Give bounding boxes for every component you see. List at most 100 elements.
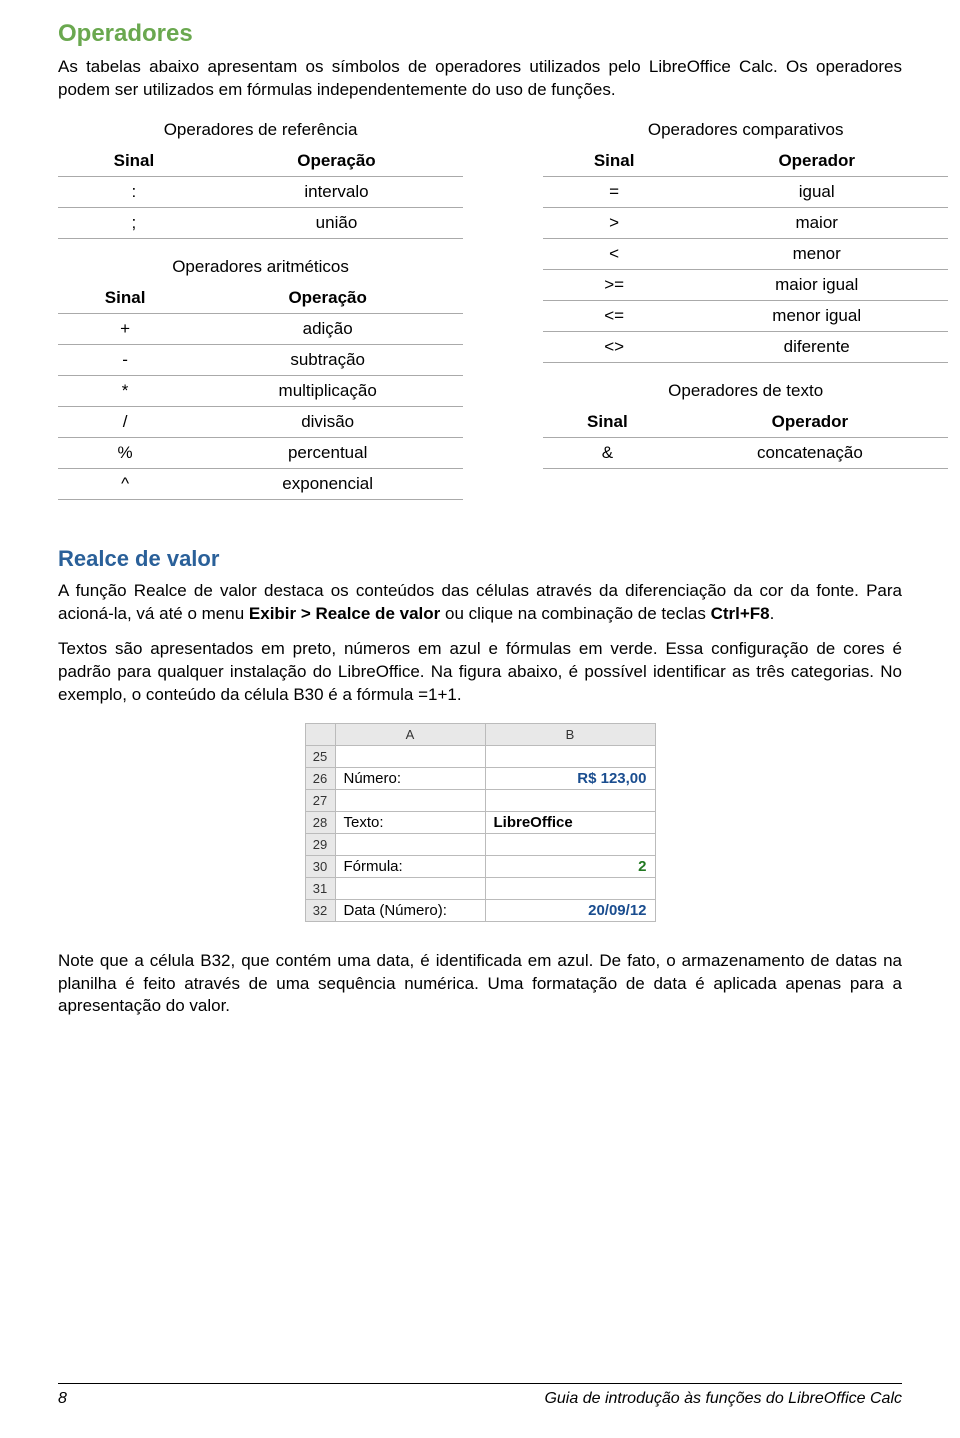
shortcut: Ctrl+F8 bbox=[711, 604, 770, 623]
cell-sinal: < bbox=[543, 238, 685, 269]
left-column: Operadores de referência Sinal Operação … bbox=[58, 120, 463, 518]
table-arit: Sinal Operação +adição -subtração *multi… bbox=[58, 283, 463, 500]
right-column: Operadores comparativos Sinal Operador =… bbox=[543, 120, 948, 518]
cell-b bbox=[485, 789, 655, 811]
cell-op: diferente bbox=[685, 331, 948, 362]
cell-sinal: >= bbox=[543, 269, 685, 300]
table-row: <=menor igual bbox=[543, 300, 948, 331]
caption-comp: Operadores comparativos bbox=[543, 120, 948, 140]
cell-a bbox=[335, 789, 485, 811]
table-row: +adição bbox=[58, 313, 463, 344]
cell-sinal: <= bbox=[543, 300, 685, 331]
cell-sinal: % bbox=[58, 437, 192, 468]
cell-sinal: = bbox=[543, 176, 685, 207]
row-header: 30 bbox=[305, 855, 335, 877]
col-header-a: A bbox=[335, 723, 485, 745]
table-row: *multiplicação bbox=[58, 375, 463, 406]
row-header: 25 bbox=[305, 745, 335, 767]
page-footer: 8 Guia de introdução às funções do Libre… bbox=[58, 1383, 902, 1408]
caption-arit: Operadores aritméticos bbox=[58, 257, 463, 277]
cell-op: maior bbox=[685, 207, 948, 238]
cell-a: Número: bbox=[335, 767, 485, 789]
sheet-row: 31 bbox=[305, 877, 655, 899]
cell-sinal: * bbox=[58, 375, 192, 406]
table-row: =igual bbox=[543, 176, 948, 207]
table-row: >=maior igual bbox=[543, 269, 948, 300]
cell-b-formula: 2 bbox=[485, 855, 655, 877]
cell-a bbox=[335, 877, 485, 899]
col-header-b: B bbox=[485, 723, 655, 745]
cell-op: adição bbox=[192, 313, 463, 344]
th-sinal: Sinal bbox=[543, 407, 672, 438]
operator-tables-columns: Operadores de referência Sinal Operação … bbox=[58, 120, 902, 518]
cell-op: concatenação bbox=[672, 437, 949, 468]
cell-a bbox=[335, 833, 485, 855]
text: . bbox=[770, 604, 775, 623]
cell-sinal: & bbox=[543, 437, 672, 468]
th-operacao: Operação bbox=[210, 146, 463, 177]
cell-a bbox=[335, 745, 485, 767]
cell-a: Texto: bbox=[335, 811, 485, 833]
cell-op: exponencial bbox=[192, 468, 463, 499]
table-comp: Sinal Operador =igual >maior <menor >=ma… bbox=[543, 146, 948, 363]
table-ref: Sinal Operação :intervalo ;união bbox=[58, 146, 463, 239]
sheet-row: 26Número:R$ 123,00 bbox=[305, 767, 655, 789]
spreadsheet: A B 25 26Número:R$ 123,00 27 28Texto:Lib… bbox=[305, 723, 656, 922]
table-row: >maior bbox=[543, 207, 948, 238]
cell-sinal: ^ bbox=[58, 468, 192, 499]
paragraph-realce-2: Textos são apresentados em preto, número… bbox=[58, 638, 902, 707]
spreadsheet-figure: A B 25 26Número:R$ 123,00 27 28Texto:Lib… bbox=[58, 723, 902, 922]
sheet-row: 28Texto:LibreOffice bbox=[305, 811, 655, 833]
heading-realce: Realce de valor bbox=[58, 546, 902, 572]
cell-sinal: <> bbox=[543, 331, 685, 362]
cell-sinal: + bbox=[58, 313, 192, 344]
table-row: <menor bbox=[543, 238, 948, 269]
cell-b bbox=[485, 833, 655, 855]
row-header: 26 bbox=[305, 767, 335, 789]
caption-ref: Operadores de referência bbox=[58, 120, 463, 140]
cell-b bbox=[485, 745, 655, 767]
table-text: Sinal Operador &concatenação bbox=[543, 407, 948, 469]
cell-sinal: ; bbox=[58, 207, 210, 238]
cell-b-number: R$ 123,00 bbox=[485, 767, 655, 789]
cell-op: união bbox=[210, 207, 463, 238]
th-sinal: Sinal bbox=[543, 146, 685, 177]
cell-op: subtração bbox=[192, 344, 463, 375]
table-row: &concatenação bbox=[543, 437, 948, 468]
sheet-corner bbox=[305, 723, 335, 745]
row-header: 28 bbox=[305, 811, 335, 833]
cell-op: intervalo bbox=[210, 176, 463, 207]
table-row: -subtração bbox=[58, 344, 463, 375]
intro-paragraph: As tabelas abaixo apresentam os símbolos… bbox=[58, 56, 902, 102]
table-row: ^exponencial bbox=[58, 468, 463, 499]
row-header: 32 bbox=[305, 899, 335, 921]
th-operacao: Operação bbox=[192, 283, 463, 314]
heading-operadores: Operadores bbox=[58, 20, 902, 48]
sheet-row: 32Data (Número):20/09/12 bbox=[305, 899, 655, 921]
row-header: 27 bbox=[305, 789, 335, 811]
paragraph-realce-1: A função Realce de valor destaca os cont… bbox=[58, 580, 902, 626]
cell-op: divisão bbox=[192, 406, 463, 437]
th-operador: Operador bbox=[672, 407, 949, 438]
table-row: :intervalo bbox=[58, 176, 463, 207]
th-sinal: Sinal bbox=[58, 146, 210, 177]
page-number: 8 bbox=[58, 1390, 67, 1408]
cell-a: Fórmula: bbox=[335, 855, 485, 877]
cell-op: percentual bbox=[192, 437, 463, 468]
row-header: 31 bbox=[305, 877, 335, 899]
cell-op: menor bbox=[685, 238, 948, 269]
th-operador: Operador bbox=[685, 146, 948, 177]
cell-op: menor igual bbox=[685, 300, 948, 331]
cell-sinal: / bbox=[58, 406, 192, 437]
cell-op: igual bbox=[685, 176, 948, 207]
caption-text: Operadores de texto bbox=[543, 381, 948, 401]
table-row: %percentual bbox=[58, 437, 463, 468]
row-header: 29 bbox=[305, 833, 335, 855]
sheet-row: 25 bbox=[305, 745, 655, 767]
paragraph-note: Note que a célula B32, que contém uma da… bbox=[58, 950, 902, 1019]
cell-sinal: : bbox=[58, 176, 210, 207]
cell-b bbox=[485, 877, 655, 899]
footer-title: Guia de introdução às funções do LibreOf… bbox=[544, 1390, 902, 1408]
cell-sinal: - bbox=[58, 344, 192, 375]
menu-path: Exibir > Realce de valor bbox=[249, 604, 440, 623]
